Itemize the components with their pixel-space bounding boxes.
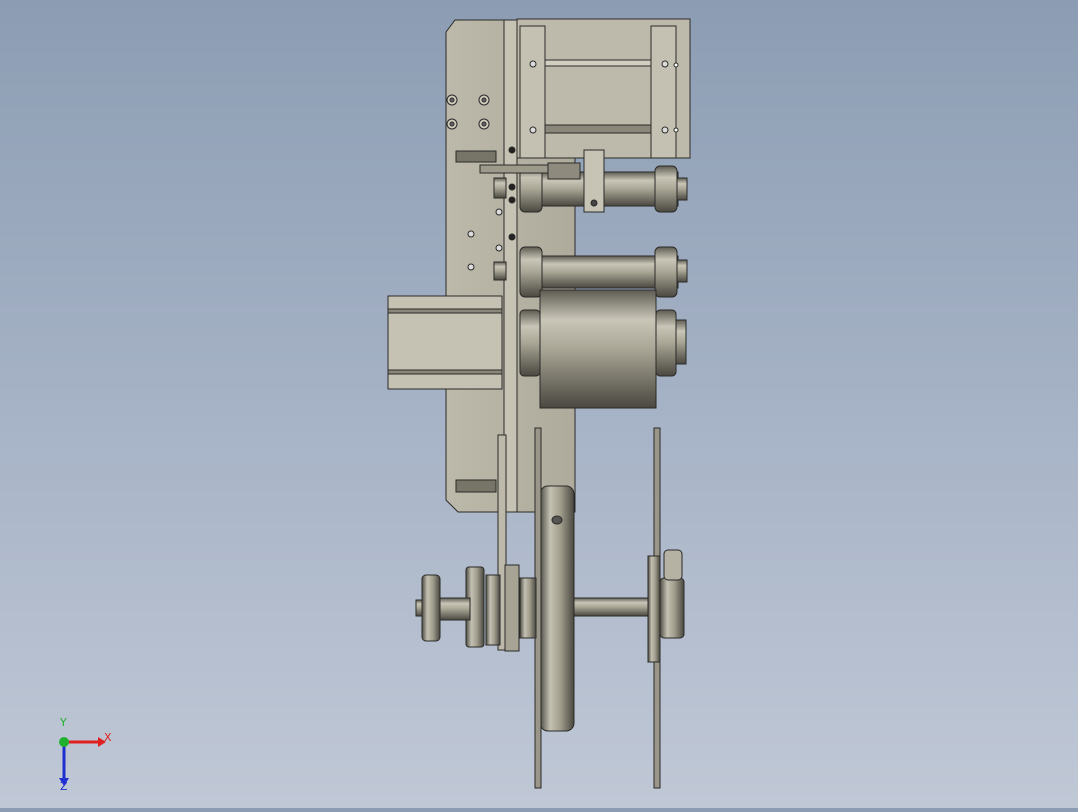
z-axis-label: Z (60, 780, 68, 793)
main-shaft (573, 597, 655, 617)
cad-viewport[interactable] (0, 0, 1078, 808)
x-axis-label: X (104, 731, 112, 744)
y-axis-dot (59, 737, 69, 747)
machine-assembly-drawing (387, 18, 691, 789)
y-axis-label: Y (60, 716, 67, 729)
drum-roller (539, 289, 657, 409)
coordinate-triad: X Y Z (48, 716, 128, 798)
